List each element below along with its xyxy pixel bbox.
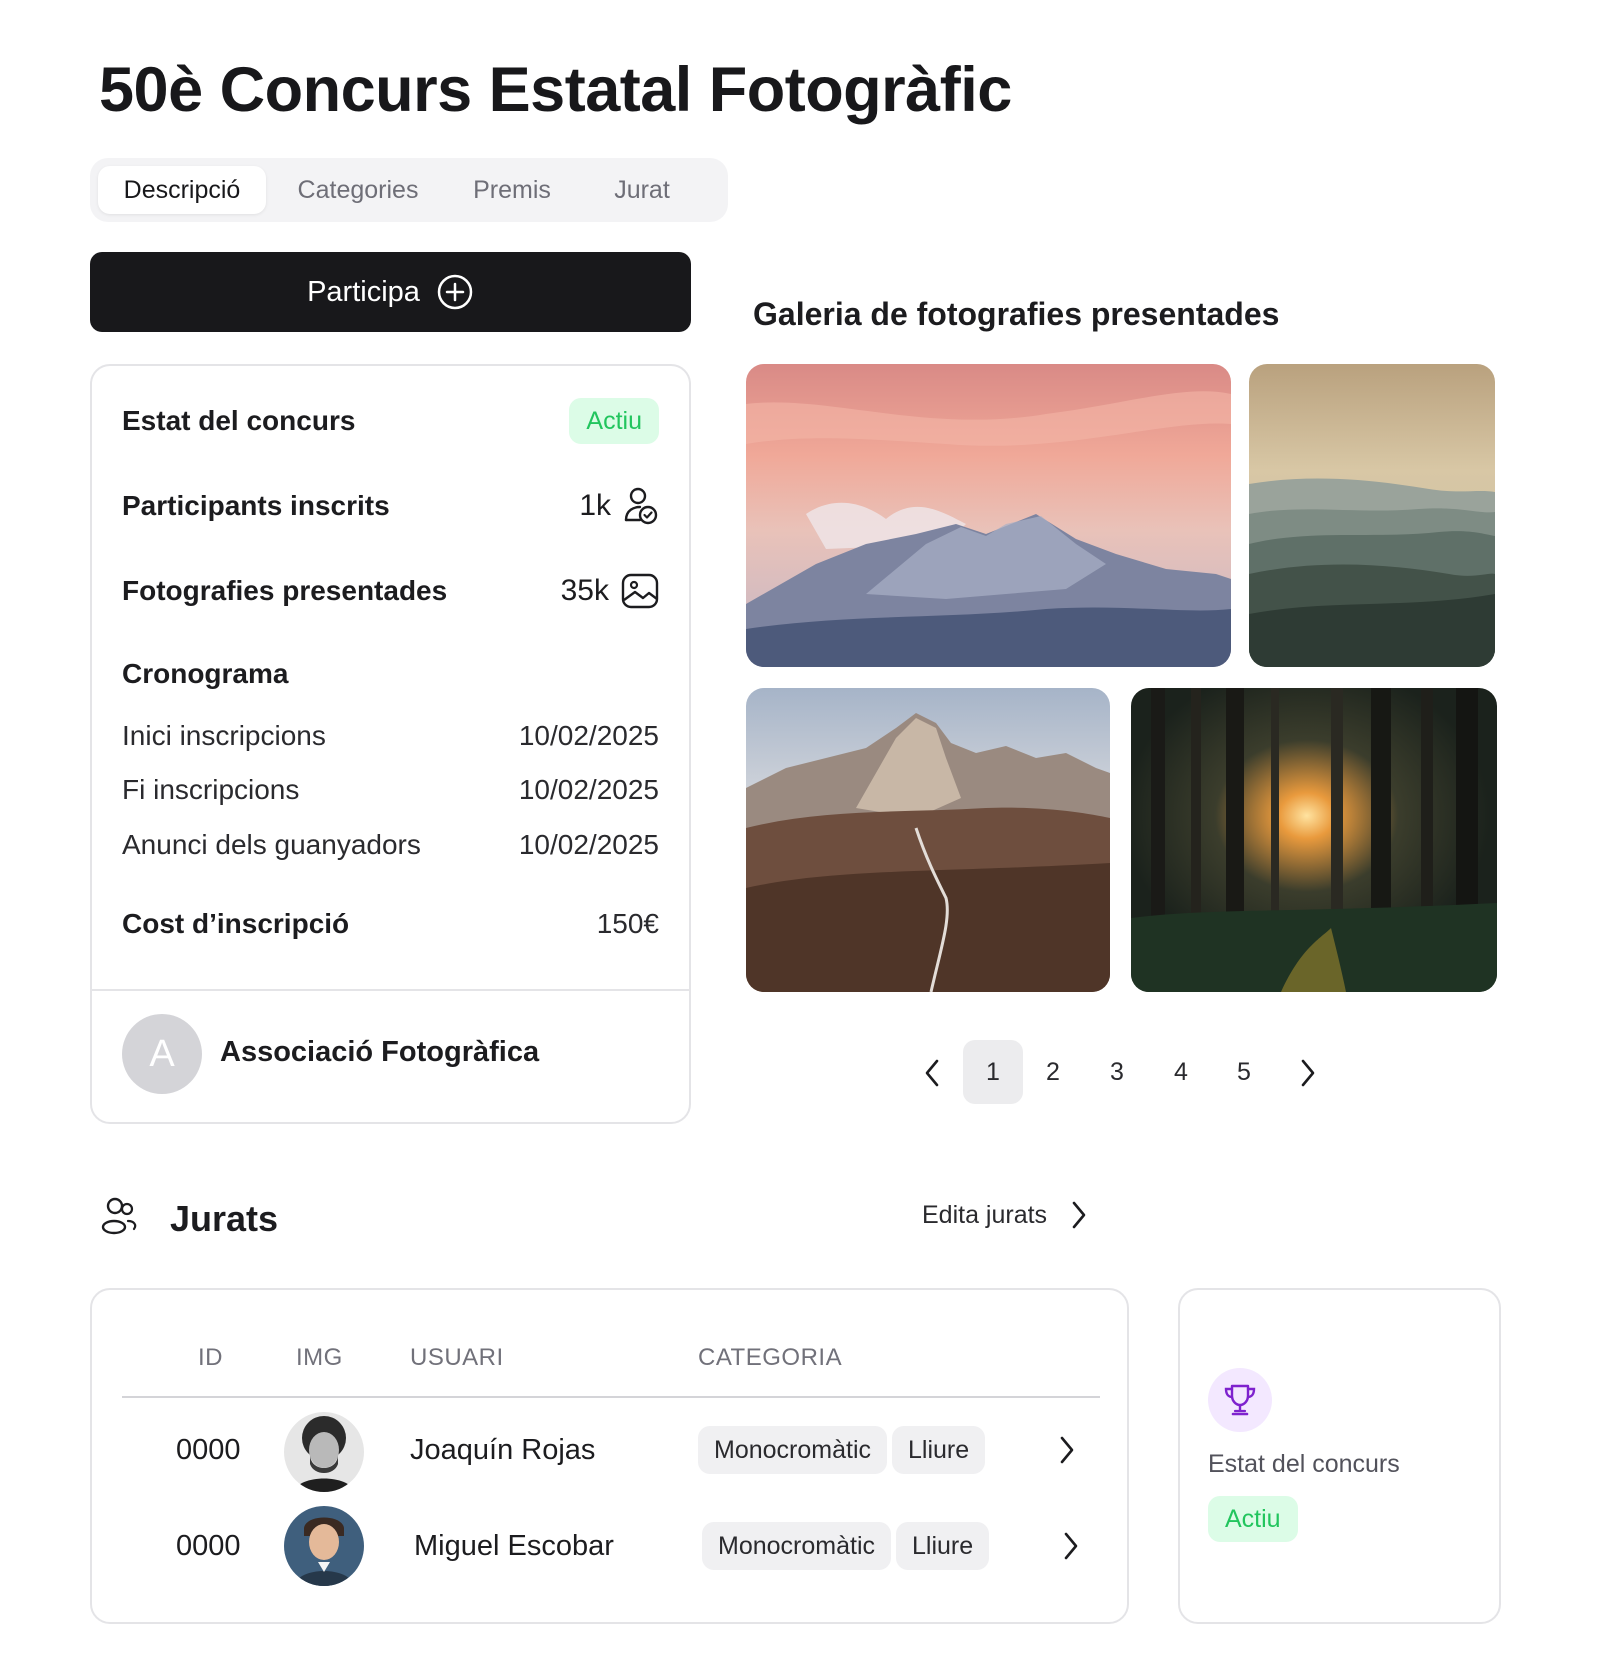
status-card-label: Estat del concurs bbox=[1208, 1450, 1400, 1478]
cost-value: 150€ bbox=[596, 908, 659, 939]
gallery-photo-dolomites-road[interactable] bbox=[746, 688, 1110, 992]
tab-bar: Descripció Categories Premis Jurat bbox=[90, 158, 728, 222]
photos-label: Fotografies presentades bbox=[122, 575, 448, 606]
edit-jurats-label: Edita jurats bbox=[922, 1200, 1048, 1229]
tab-categories[interactable]: Categories bbox=[282, 166, 434, 214]
row-id: 0000 bbox=[176, 1434, 241, 1466]
user-check-icon bbox=[624, 487, 658, 525]
tab-jurat[interactable]: Jurat bbox=[586, 166, 698, 214]
jurats-table: ID IMG USUARI CATEGORIA 0000 Joaquín Roj… bbox=[90, 1288, 1129, 1624]
status-row: Estat del concurs Actiu bbox=[122, 396, 659, 446]
schedule-item: Inici inscripcions 10/02/2025 bbox=[122, 714, 659, 758]
tab-descripcio[interactable]: Descripció bbox=[98, 166, 266, 214]
category-tag: Monocromàtic bbox=[698, 1426, 887, 1474]
participants-label: Participants inscrits bbox=[122, 490, 390, 521]
trophy-icon-wrapper bbox=[1208, 1368, 1272, 1432]
card-divider bbox=[92, 989, 689, 991]
organizer-avatar[interactable]: A bbox=[122, 1014, 202, 1094]
participants-row: Participants inscrits 1k bbox=[122, 481, 659, 531]
schedule-item: Anunci dels guanyadors 10/02/2025 bbox=[122, 823, 659, 867]
row-id: 0000 bbox=[176, 1530, 241, 1562]
schedule-item-label: Anunci dels guanyadors bbox=[122, 829, 421, 860]
pagination-page-2[interactable]: 2 bbox=[1023, 1040, 1083, 1104]
participa-button[interactable]: Participa bbox=[90, 252, 691, 332]
chevron-left-icon bbox=[925, 1060, 939, 1087]
category-tag: Lliure bbox=[896, 1522, 990, 1570]
category-tag: Lliure bbox=[892, 1426, 986, 1474]
participants-value-group: 1k bbox=[579, 486, 659, 526]
pagination-page-4[interactable]: 4 bbox=[1151, 1040, 1211, 1104]
gallery-photo-forest-sunbeam[interactable] bbox=[1131, 688, 1497, 992]
gallery-title: Galeria de fotografies presentades bbox=[753, 296, 1280, 332]
pagination-page-3[interactable]: 3 bbox=[1087, 1040, 1147, 1104]
cost-row: Cost d’inscripció 150€ bbox=[122, 901, 659, 947]
column-header-categoria: CATEGORIA bbox=[698, 1344, 843, 1371]
gallery-photo-mountain-sunset[interactable] bbox=[746, 364, 1231, 667]
schedule-item: Fi inscripcions 10/02/2025 bbox=[122, 768, 659, 812]
schedule-item-date: 10/02/2025 bbox=[518, 829, 659, 860]
status-label: Estat del concurs bbox=[122, 405, 356, 436]
row-user-name: Miguel Escobar bbox=[414, 1530, 614, 1562]
pagination-page-5[interactable]: 5 bbox=[1214, 1040, 1274, 1104]
participa-label: Participa bbox=[307, 275, 420, 308]
schedule-title-row: Cronograma bbox=[122, 651, 659, 697]
photos-row: Fotografies presentades 35k bbox=[122, 566, 659, 616]
contest-info-card: Estat del concurs Actiu Participants ins… bbox=[90, 364, 691, 1124]
photos-value-group: 35k bbox=[561, 573, 659, 609]
chevron-right-icon[interactable] bbox=[1058, 1434, 1076, 1466]
schedule-item-date: 10/02/2025 bbox=[518, 720, 659, 751]
trophy-icon bbox=[1224, 1384, 1256, 1416]
chevron-right-icon[interactable] bbox=[1062, 1530, 1080, 1562]
image-icon bbox=[621, 573, 659, 609]
column-header-img: IMG bbox=[296, 1344, 343, 1371]
chevron-right-icon bbox=[1301, 1060, 1315, 1087]
pagination-prev[interactable] bbox=[910, 1040, 954, 1104]
schedule-title: Cronograma bbox=[122, 658, 289, 689]
jurats-title: Jurats bbox=[170, 1198, 279, 1239]
column-header-usuari: USUARI bbox=[410, 1344, 504, 1371]
status-badge: Actiu bbox=[569, 398, 659, 444]
participants-value: 1k bbox=[579, 489, 611, 522]
avatar bbox=[284, 1412, 364, 1492]
schedule-item-label: Fi inscripcions bbox=[122, 774, 300, 805]
gallery-photo-misty-hills[interactable] bbox=[1249, 364, 1495, 667]
avatar bbox=[284, 1506, 364, 1586]
photos-value: 35k bbox=[560, 574, 609, 607]
category-tag: Monocromàtic bbox=[702, 1522, 891, 1570]
column-header-id: ID bbox=[198, 1344, 223, 1371]
cost-label: Cost d’inscripció bbox=[122, 908, 350, 939]
plus-circle-icon bbox=[437, 274, 473, 310]
status-card-badge: Actiu bbox=[1208, 1496, 1298, 1542]
tab-premis[interactable]: Premis bbox=[458, 166, 566, 214]
users-icon bbox=[101, 1197, 137, 1235]
organizer-name[interactable]: Associació Fotogràfica bbox=[220, 1036, 539, 1069]
contest-status-card: Estat del concurs Actiu bbox=[1178, 1288, 1501, 1624]
pagination-next[interactable] bbox=[1286, 1040, 1330, 1104]
table-header-divider bbox=[122, 1396, 1100, 1398]
row-user-name: Joaquín Rojas bbox=[410, 1434, 596, 1466]
edit-jurats-link[interactable]: Edita jurats bbox=[922, 1200, 1087, 1230]
page-title: 50è Concurs Estatal Fotogràfic bbox=[99, 55, 1012, 125]
chevron-right-icon bbox=[1072, 1201, 1086, 1229]
schedule-item-date: 10/02/2025 bbox=[518, 774, 659, 805]
pagination-page-1[interactable]: 1 bbox=[963, 1040, 1023, 1104]
schedule-item-label: Inici inscripcions bbox=[122, 720, 326, 751]
